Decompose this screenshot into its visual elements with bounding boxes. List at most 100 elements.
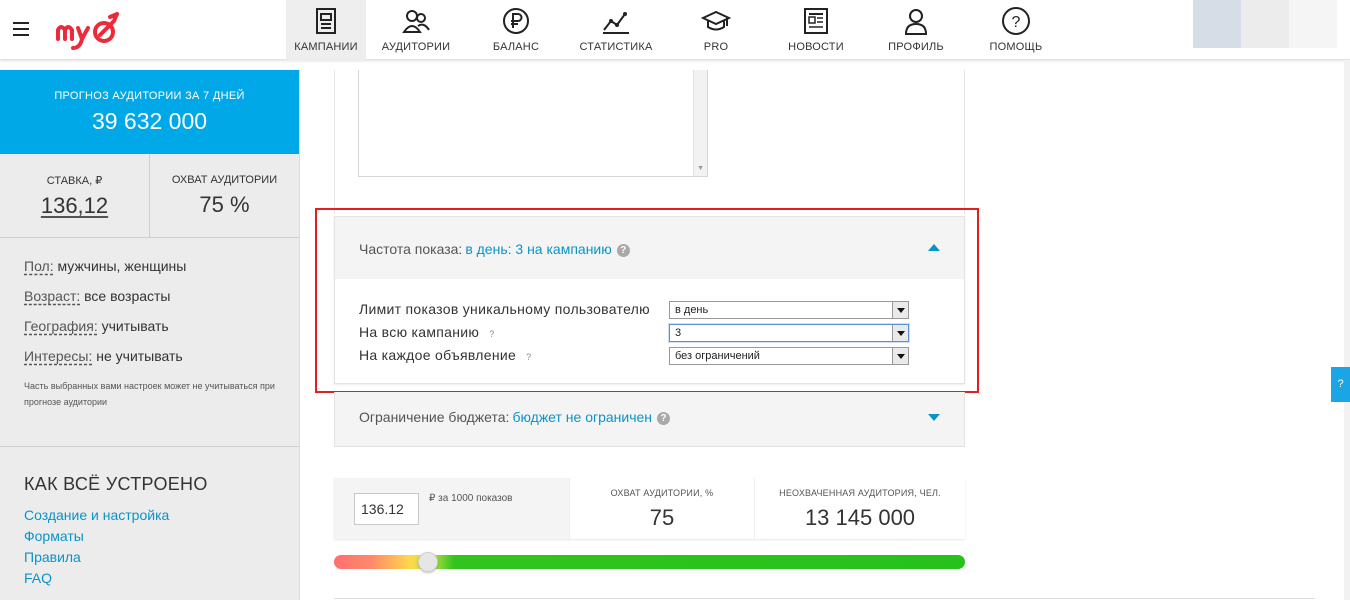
uncovered-value: 13 145 000 [804,505,916,530]
nav-pro[interactable]: PRO [666,0,766,60]
frequency-header[interactable]: Частота показа: в день: 3 на кампанию? [335,217,964,279]
reach-percent-cell: ОХВАТ АУДИТОРИИ, % 75 [569,478,754,539]
param-key[interactable]: Возраст: [24,288,80,304]
param-key[interactable]: Пол: [24,258,54,274]
reach-stat: ОХВАТ АУДИТОРИИ 75 % [149,154,299,237]
form-row-per-ad: На каждое объявление? без ограничений [359,347,964,370]
link-formats[interactable]: Форматы [24,526,275,547]
sidebar-stats: СТАВКА, ₽ 136,12 ОХВАТ АУДИТОРИИ 75 % [0,154,299,238]
budget-value[interactable]: бюджет не ограничен [512,409,652,425]
uncovered-cell: НЕОХВАЧЕННАЯ АУДИТОРИЯ, ЧЕЛ. 13 145 000 [754,478,965,539]
select-value: без ограничений [675,350,760,362]
rate-stat: СТАВКА, ₽ 136,12 [0,154,149,237]
question-mark-icon[interactable]: ? [489,329,494,339]
how-it-works-title: КАК ВСЁ УСТРОЕНО [24,474,208,494]
bid-slider-thumb[interactable] [418,552,438,572]
question-mark-icon[interactable]: ? [526,352,531,362]
forecast-note: Часть выбранных вами настроек может не у… [24,381,275,407]
campaign-limit-select[interactable]: 3 [669,324,909,342]
forecast-label: ПРОГНОЗ АУДИТОРИИ ЗА 7 ДНЕЙ [54,90,245,102]
frequency-value[interactable]: в день: 3 на кампанию [465,241,611,257]
toolbar-placeholder [1289,0,1337,48]
nav-balance[interactable]: БАЛАНС [466,0,566,60]
param-value: учитывать [101,318,169,334]
nav-profile[interactable]: ПРОФИЛЬ [866,0,966,60]
param-geography: География: учитывать [24,318,275,334]
reach-percent-value: 75 [649,505,675,530]
collapse-icon[interactable] [928,244,940,251]
frequency-section: Частота показа: в день: 3 на кампанию? Ли… [334,216,965,384]
nav-label: ПРОФИЛЬ [888,41,944,53]
nav-label: НОВОСТИ [788,41,844,53]
scroll-down-icon[interactable]: ▼ [697,165,704,172]
bid-input-area: 136.12 ₽ за 1000 показов [334,478,569,539]
param-key[interactable]: Интересы: [24,348,92,364]
graduation-cap-icon [701,10,731,31]
param-age: Возраст: все возрасты [24,288,275,304]
nav-label: ПОМОЩЬ [989,41,1043,53]
frequency-body: Лимит показов уникальному пользователю в… [335,279,964,370]
targeting-params: Пол: мужчины, женщины Возраст: все возра… [0,238,299,447]
nav-label: БАЛАНС [492,41,540,53]
how-it-works: КАК ВСЁ УСТРОЕНО Создание и настройка Фо… [0,447,299,589]
news-icon [804,8,828,34]
param-interests: Интересы: не учитывать [24,348,275,364]
nav-help[interactable]: ? ПОМОЩЬ [966,0,1066,60]
form-label: Лимит показов уникальному пользователю [359,301,650,317]
toolbar-placeholder [1193,0,1241,48]
toolbar-placeholder [1241,0,1289,48]
form-row-unique-limit: Лимит показов уникальному пользователю в… [359,301,964,324]
form-row-campaign: На всю кампанию? 3 [359,324,964,347]
form-label: На всю кампанию? [359,324,495,340]
reach-percent-label: ОХВАТ АУДИТОРИИ, % [610,488,714,498]
nav-label: АУДИТОРИИ [381,41,451,53]
ad-limit-select[interactable]: без ограничений [669,347,909,365]
budget-section[interactable]: Ограничение бюджета: бюджет не ограничен? [334,392,965,447]
uncovered-label: НЕОХВАЧЕННАЯ АУДИТОРИЯ, ЧЕЛ. [779,488,941,498]
reach-label: ОХВАТ АУДИТОРИИ [171,174,278,186]
form-label: На каждое объявление? [359,347,531,363]
param-key[interactable]: География: [24,318,98,334]
divider [334,598,1315,599]
text-area[interactable]: ▼ [358,70,708,177]
audiences-icon [402,10,430,33]
help-icon[interactable]: ? [616,243,630,257]
chart-icon [603,12,629,34]
dropdown-arrow-icon[interactable] [892,325,908,341]
rate-value[interactable]: 136,12 [0,193,149,219]
link-rules[interactable]: Правила [24,547,275,568]
help-icon[interactable]: ? [657,411,671,425]
bid-input[interactable]: 136.12 [354,493,419,525]
help-icon: ? [1002,7,1030,35]
svg-text:?: ? [1012,14,1021,31]
rate-label: СТАВКА, ₽ [46,175,103,187]
dropdown-arrow-icon[interactable] [892,302,908,318]
budget-title: Ограничение бюджета: [359,409,510,425]
nav-label: КАМПАНИИ [294,41,358,53]
main-nav: КАМПАНИИ АУДИТОРИИ БАЛАНС СТАТИСТИКА PRO… [286,0,1066,60]
select-value: в день [675,304,709,316]
ruble-icon [503,8,529,34]
nav-audiences[interactable]: АУДИТОРИИ [366,0,466,60]
param-gender: Пол: мужчины, женщины [24,258,275,274]
form-label-text: На всю кампанию [359,324,480,340]
select-value: 3 [675,327,682,339]
param-value: мужчины, женщины [57,258,187,274]
link-faq[interactable]: FAQ [24,568,275,589]
nav-statistics[interactable]: СТАТИСТИКА [566,0,666,60]
campaigns-icon [316,8,336,34]
help-tab[interactable]: ? [1331,367,1350,402]
bid-panel: 136.12 ₽ за 1000 показов ОХВАТ АУДИТОРИИ… [334,478,965,539]
nav-news[interactable]: НОВОСТИ [766,0,866,60]
page-scrollbar[interactable] [1344,60,1350,600]
nav-campaigns[interactable]: КАМПАНИИ [286,0,366,60]
expand-icon[interactable] [928,414,940,421]
hamburger-menu-icon[interactable] [13,22,29,36]
param-value: не учитывать [96,348,183,364]
audience-forecast: ПРОГНОЗ АУДИТОРИИ ЗА 7 ДНЕЙ 39 632 000 [0,70,299,154]
mytarget-logo[interactable] [54,8,136,54]
dropdown-arrow-icon[interactable] [892,348,908,364]
textarea-scrollbar[interactable]: ▼ [693,70,707,176]
limit-period-select[interactable]: в день [669,301,909,319]
link-setup[interactable]: Создание и настройка [24,505,275,526]
